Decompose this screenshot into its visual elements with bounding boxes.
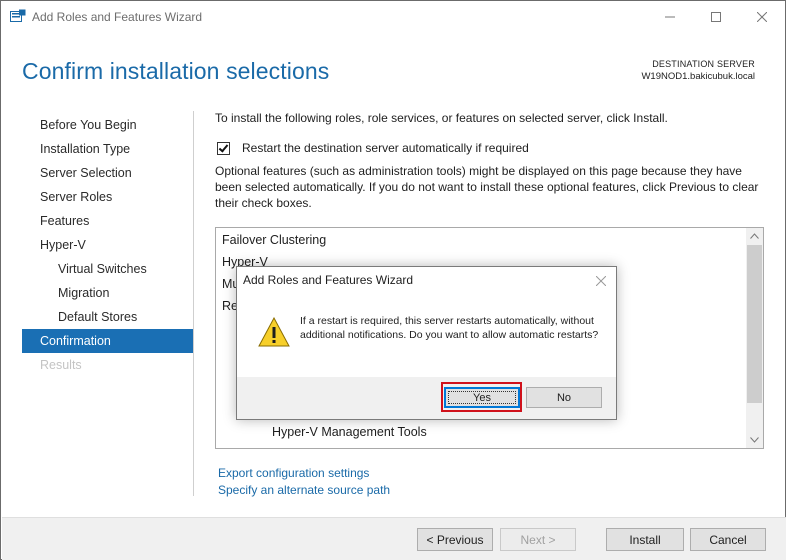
alternate-source-link[interactable]: Specify an alternate source path — [218, 483, 390, 497]
scroll-thumb[interactable] — [747, 245, 762, 403]
wizard-window: Add Roles and Features Wizard Confirm in… — [0, 0, 786, 560]
nav-item-migration[interactable]: Migration — [22, 281, 193, 305]
title-bar[interactable]: Add Roles and Features Wizard — [1, 1, 785, 32]
yes-highlight-annotation — [441, 382, 522, 412]
wizard-nav: Before You Begin Installation Type Serve… — [22, 113, 193, 377]
restart-checkbox[interactable] — [217, 141, 230, 155]
restart-label[interactable]: Restart the destination server automatic… — [242, 141, 529, 155]
dialog-close-button[interactable] — [595, 271, 607, 290]
nav-item-virtual-switches[interactable]: Virtual Switches — [22, 257, 193, 281]
cancel-button[interactable]: Cancel — [690, 528, 766, 551]
destination-server-name: W19NOD1.bakicubuk.local — [641, 71, 755, 82]
maximize-icon — [711, 11, 721, 22]
checkmark-icon — [218, 141, 229, 153]
chevron-up-icon — [750, 233, 759, 239]
nav-divider — [193, 111, 194, 496]
destination-server-label: DESTINATION SERVER — [652, 59, 755, 69]
close-icon — [757, 11, 767, 22]
server-manager-icon — [10, 9, 26, 23]
restart-confirm-dialog: Add Roles and Features Wizard If a resta… — [236, 266, 617, 420]
scroll-up-button[interactable] — [746, 228, 763, 244]
export-configuration-link[interactable]: Export configuration settings — [218, 466, 369, 480]
scroll-down-button[interactable] — [746, 432, 763, 448]
minimize-icon — [665, 16, 675, 17]
warning-icon — [258, 316, 290, 347]
nav-item-results: Results — [40, 358, 82, 372]
window-title: Add Roles and Features Wizard — [32, 10, 203, 24]
nav-item-before-you-begin[interactable]: Before You Begin — [22, 113, 193, 137]
nav-item-server-roles[interactable]: Server Roles — [22, 185, 193, 209]
list-item: Hyper-V Management Tools — [272, 425, 427, 439]
nav-item-installation-type[interactable]: Installation Type — [22, 137, 193, 161]
install-button[interactable]: Install — [606, 528, 684, 551]
list-scrollbar[interactable] — [746, 228, 763, 448]
intro-text: To install the following roles, role ser… — [215, 111, 668, 125]
close-icon — [595, 275, 607, 287]
dialog-title: Add Roles and Features Wizard — [243, 273, 414, 287]
nav-item-features[interactable]: Features — [22, 209, 193, 233]
dialog-message: If a restart is required, this server re… — [300, 315, 599, 341]
nav-item-default-stores[interactable]: Default Stores — [22, 305, 193, 329]
nav-item-server-selection[interactable]: Server Selection — [22, 161, 193, 185]
chevron-down-icon — [750, 437, 759, 443]
page-title: Confirm installation selections — [22, 58, 330, 84]
nav-item-hyper-v[interactable]: Hyper-V — [22, 233, 193, 257]
previous-button[interactable]: < Previous — [417, 528, 493, 551]
restart-option[interactable]: Restart the destination server automatic… — [217, 141, 529, 155]
no-button[interactable]: No — [526, 387, 602, 408]
close-button[interactable] — [739, 1, 785, 32]
nav-item-confirmation[interactable]: Confirmation — [22, 329, 193, 353]
next-button: Next > — [500, 528, 576, 551]
list-item: Failover Clustering — [222, 233, 327, 247]
maximize-button[interactable] — [693, 1, 739, 32]
optional-features-text: Optional features (such as administratio… — [215, 164, 759, 210]
minimize-button[interactable] — [647, 1, 693, 32]
